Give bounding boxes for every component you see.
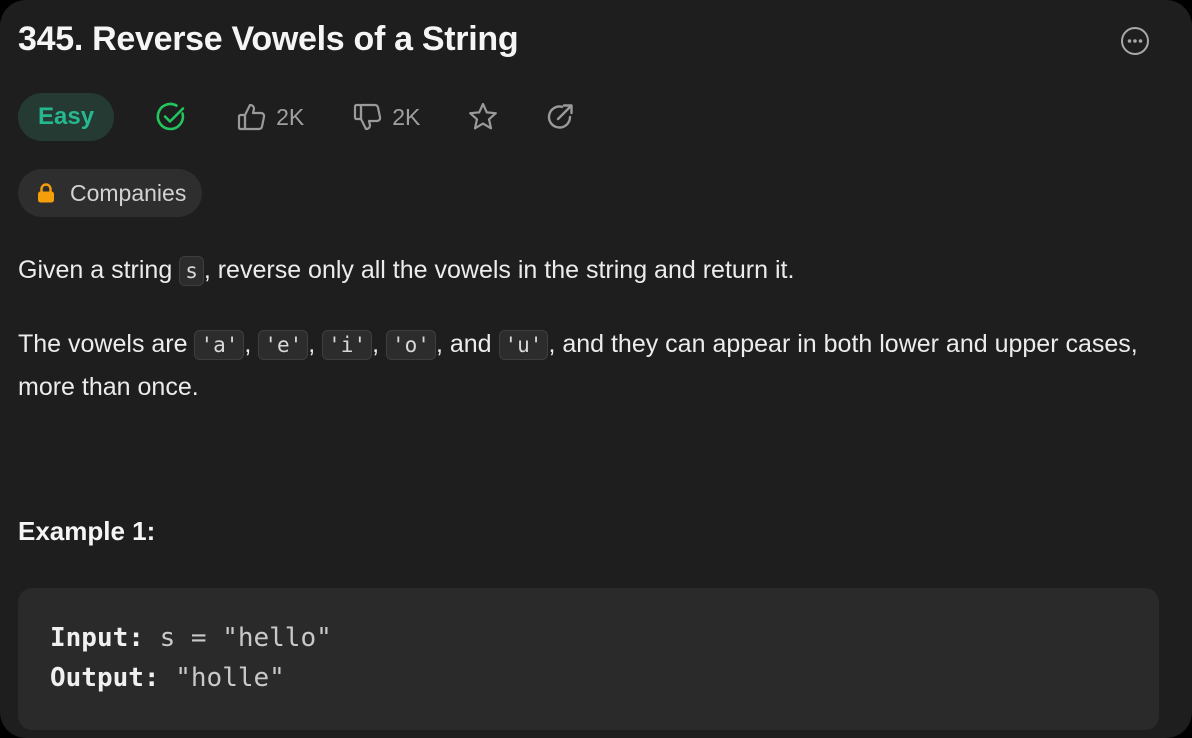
inline-code: 'i' [322,330,373,360]
dislike-button[interactable]: 2K [352,101,420,133]
inline-code: 'a' [194,330,245,360]
thumbs-down-icon [354,103,382,131]
favorite-button[interactable] [466,100,500,134]
companies-label: Companies [70,179,187,206]
thumbs-up-icon [237,103,266,131]
problem-description-panel: 345. Reverse Vowels of a String Easy 2K [0,0,1192,738]
like-button[interactable]: 2K [236,101,304,133]
share-icon [548,104,574,129]
inline-code: 'o' [386,330,436,360]
lock-icon [38,183,54,203]
more-options-button[interactable] [1118,24,1152,58]
example-code-block: Input: s = "hello" Output: "holle" [18,588,1159,730]
inline-code: 'u' [498,330,549,360]
description-paragraph-1: Given a string s, reverse only all the v… [18,256,795,286]
example-output-line: Output: "holle" [50,663,285,693]
check-circle-icon [156,102,185,131]
example-input-line: Input: s = "hello" [50,623,332,653]
star-icon [469,102,498,130]
like-count: 2K [276,103,305,130]
more-horizontal-icon [1121,27,1149,55]
dislike-count: 2K [392,103,421,130]
solved-status [154,100,188,134]
inline-code: s [179,256,204,286]
inline-code: 'e' [258,330,309,360]
problem-title: 345. Reverse Vowels of a String [18,20,519,58]
companies-tag-button[interactable]: Companies [18,169,203,217]
problem-meta-row: Easy 2K 2K [18,93,576,141]
difficulty-badge[interactable]: Easy [18,93,115,141]
example-heading: Example 1: [18,516,156,546]
description-paragraph-2: The vowels are 'a', 'e', 'i', 'o', and '… [18,330,1138,401]
share-button[interactable] [544,101,576,133]
